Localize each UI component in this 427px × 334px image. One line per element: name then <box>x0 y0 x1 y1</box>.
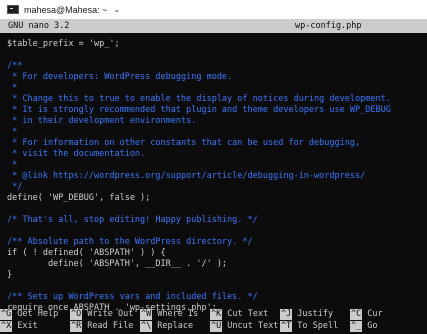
shortcut-key: ^R <box>70 321 83 332</box>
shortcut-label: To Spell <box>297 321 339 331</box>
shortcut-label: Uncut Text <box>227 321 279 331</box>
code-line: * in their development environments. <box>7 116 197 126</box>
shortcut-key: ^O <box>70 309 83 320</box>
shortcut-key: ^U <box>210 321 223 332</box>
shortcut-replace[interactable]: ^\ Replace <box>140 321 193 332</box>
code-line: define( 'ABSPATH', __DIR__ . '/' ); <box>7 259 228 269</box>
shortcut-key: ^W <box>140 309 153 320</box>
shortcut-label: Justify <box>297 309 334 319</box>
code-line: */ <box>7 182 23 192</box>
shortcut-get-help[interactable]: ^G Get Help <box>0 309 58 320</box>
window-titlebar: mahesa@Mahesa: ~ ⌄ <box>0 0 427 19</box>
shortcut-bar: ^G Get Help ^O Write Out ^W Where Is ^K Cut … <box>0 309 427 333</box>
code-line: * <box>7 127 18 137</box>
shortcut-key: ^T <box>280 321 293 332</box>
shortcut-go-to-line[interactable]: ^_ Go <box>350 321 378 332</box>
shortcut-key: ^G <box>0 309 13 320</box>
nano-header: GNU nano 3.2 wp-config.php <box>0 19 427 33</box>
file-name: wp-config.php <box>295 21 362 31</box>
nano-version: GNU nano 3.2 <box>8 21 70 31</box>
shortcut-label: Cut Text <box>227 309 269 319</box>
code-line: * It is strongly recommended that plugin… <box>7 105 391 115</box>
code-line: * <box>7 83 18 93</box>
code-line: } <box>7 270 13 280</box>
shortcut-label: Exit <box>17 321 38 331</box>
terminal-icon <box>7 5 19 14</box>
code-line: if ( ! defined( 'ABSPATH' ) ) { <box>7 248 166 258</box>
shortcut-where-is[interactable]: ^W Where Is <box>140 309 198 320</box>
terminal-area[interactable]: GNU nano 3.2 wp-config.php $table_prefix… <box>0 19 427 334</box>
shortcut-read-file[interactable]: ^R Read File <box>70 321 133 332</box>
code-line: /** Sets up WordPress vars and included … <box>7 292 258 302</box>
shortcut-cut-text[interactable]: ^K Cut Text <box>210 309 268 320</box>
shortcut-label: Cur <box>367 309 383 319</box>
code-line: * For information on other constants tha… <box>7 138 361 148</box>
shortcut-write-out[interactable]: ^O Write Out <box>70 309 133 320</box>
chevron-down-icon[interactable]: ⌄ <box>113 5 120 14</box>
code-line: * @link https://wordpress.org/support/ar… <box>7 171 366 181</box>
code-line: /** <box>7 61 23 71</box>
code-line: * <box>7 160 18 170</box>
code-line: * For developers: WordPress debugging mo… <box>7 72 233 82</box>
shortcut-label: Replace <box>157 321 194 331</box>
shortcut-label: Go <box>367 321 378 331</box>
shortcut-label: Get Help <box>17 309 59 319</box>
shortcut-key: ^K <box>210 309 223 320</box>
shortcut-exit[interactable]: ^X Exit <box>0 321 38 332</box>
shortcut-label: Write Out <box>87 309 134 319</box>
shortcut-label: Read File <box>87 321 134 331</box>
code-line: * visit the documentation. <box>7 149 146 159</box>
shortcut-cur-pos[interactable]: ^C Cur <box>350 309 383 320</box>
window-title: mahesa@Mahesa: ~ <box>24 4 108 15</box>
code-line: /** Absolute path to the WordPress direc… <box>7 237 253 247</box>
code-line: /* That's all, stop editing! Happy publi… <box>7 215 258 225</box>
code-line: $table_prefix = 'wp_'; <box>7 39 120 49</box>
shortcut-to-spell[interactable]: ^T To Spell <box>280 321 338 332</box>
code-line: define( 'WP_DEBUG', false ); <box>7 193 151 203</box>
code-line: * Change this to true to enable the disp… <box>7 94 391 104</box>
shortcut-label: Where Is <box>157 309 199 319</box>
shortcut-justify[interactable]: ^J Justify <box>280 309 333 320</box>
shortcut-key: ^\ <box>140 321 153 332</box>
shortcut-key: ^C <box>350 309 363 320</box>
shortcut-key: ^X <box>0 321 13 332</box>
shortcut-key: ^_ <box>350 321 363 332</box>
shortcut-key: ^J <box>280 309 293 320</box>
shortcut-uncut-text[interactable]: ^U Uncut Text <box>210 321 278 332</box>
